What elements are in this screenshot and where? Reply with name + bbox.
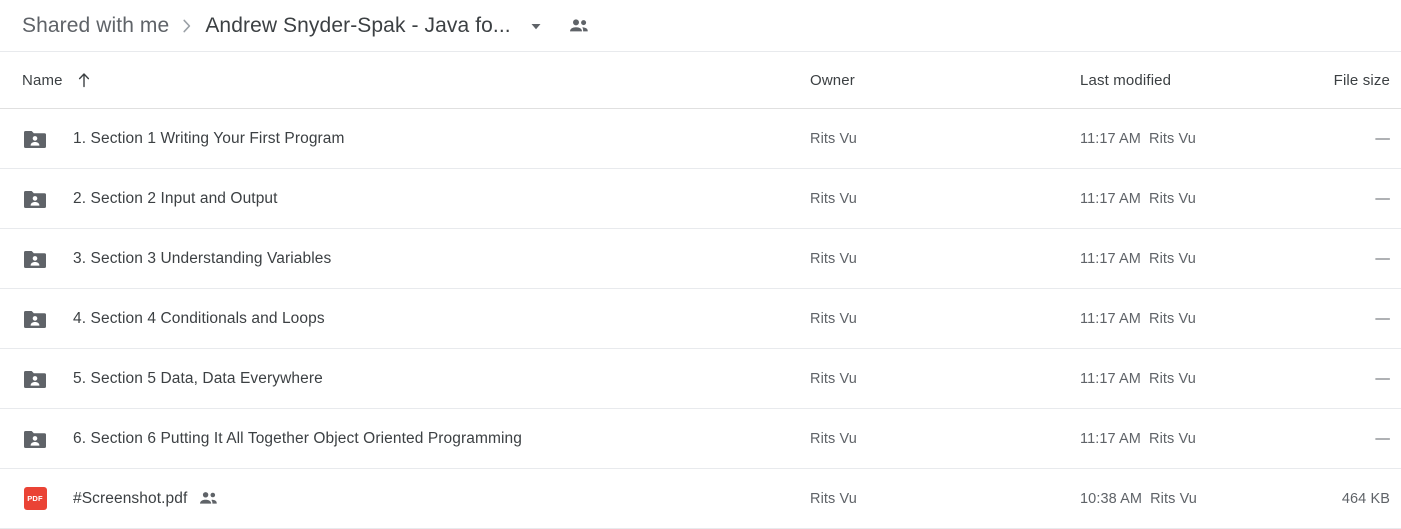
column-header-owner[interactable]: Owner xyxy=(810,52,855,108)
breadcrumb-current-folder[interactable]: Andrew Snyder-Spak - Java fo... xyxy=(205,14,510,38)
row-file-size-label: — xyxy=(1375,130,1390,147)
row-owner-cell: Rits Vu xyxy=(810,109,857,168)
breadcrumb-separator-icon xyxy=(181,19,193,33)
people-icon[interactable] xyxy=(569,18,589,34)
column-header-owner-label: Owner xyxy=(810,71,855,89)
column-header-file-size[interactable]: File size xyxy=(1334,52,1390,108)
row-name-cell[interactable]: 1. Section 1 Writing Your First Program xyxy=(22,109,345,168)
column-header-last-modified[interactable]: Last modified xyxy=(1080,52,1171,108)
breadcrumb: Shared with me Andrew Snyder-Spak - Java… xyxy=(0,0,1401,52)
row-last-modified-cell: 11:17 AM Rits Vu xyxy=(1080,349,1196,408)
table-row[interactable]: 2. Section 2 Input and Output Rits Vu 11:1… xyxy=(0,169,1401,229)
row-owner-label: Rits Vu xyxy=(810,250,857,267)
row-name-cell[interactable]: 4. Section 4 Conditionals and Loops xyxy=(22,289,325,348)
row-file-size-label: 464 KB xyxy=(1341,490,1390,507)
breadcrumb-parent-shared-with-me[interactable]: Shared with me xyxy=(22,14,169,38)
row-owner-label: Rits Vu xyxy=(810,430,857,447)
row-last-modified-cell: 11:17 AM Rits Vu xyxy=(1080,169,1196,228)
shared-folder-icon xyxy=(22,306,48,332)
shared-folder-icon xyxy=(22,246,48,272)
shared-folder-icon xyxy=(22,366,48,392)
shared-folder-icon xyxy=(22,426,48,452)
row-owner-cell: Rits Vu xyxy=(810,289,857,348)
table-row[interactable]: PDF #Screenshot.pdf Rits Vu 10:38 AM Rits Vu… xyxy=(0,469,1401,529)
pdf-file-icon: PDF xyxy=(22,486,48,512)
file-rows: 1. Section 1 Writing Your First Program R… xyxy=(0,109,1401,529)
row-file-size-label: — xyxy=(1375,250,1390,267)
table-row[interactable]: 6. Section 6 Putting It All Together Obj… xyxy=(0,409,1401,469)
row-owner-label: Rits Vu xyxy=(810,130,857,147)
column-header-last-modified-label: Last modified xyxy=(1080,71,1172,89)
row-name-cell[interactable]: 5. Section 5 Data, Data Everywhere xyxy=(22,349,323,408)
table-row[interactable]: 5. Section 5 Data, Data Everywhere Rits V… xyxy=(0,349,1401,409)
row-modified-time: 10:38 AM xyxy=(1080,490,1143,507)
row-name-label: 4. Section 4 Conditionals and Loops xyxy=(73,309,325,327)
row-file-size-cell: 464 KB xyxy=(1342,469,1390,528)
row-name-cell[interactable]: PDF #Screenshot.pdf xyxy=(22,469,219,528)
row-owner-label: Rits Vu xyxy=(810,370,857,387)
row-owner-label: Rits Vu xyxy=(810,490,857,507)
row-modified-by: Rits Vu xyxy=(1150,490,1197,507)
row-modified-time: 11:17 AM xyxy=(1080,310,1141,327)
column-header-name-label: Name xyxy=(22,71,63,89)
row-modified-time: 11:17 AM xyxy=(1080,430,1141,447)
row-modified-by: Rits Vu xyxy=(1149,370,1196,387)
row-modified-time: 11:17 AM xyxy=(1080,190,1141,207)
shared-folder-icon xyxy=(22,126,48,152)
row-file-size-cell: — xyxy=(1375,109,1390,168)
row-last-modified-cell: 10:38 AM Rits Vu xyxy=(1080,469,1197,528)
row-modified-by: Rits Vu xyxy=(1149,310,1196,327)
shared-folder-icon xyxy=(22,186,48,212)
row-owner-label: Rits Vu xyxy=(810,310,857,327)
row-modified-by: Rits Vu xyxy=(1149,250,1196,267)
row-owner-label: Rits Vu xyxy=(810,190,857,207)
row-name-cell[interactable]: 6. Section 6 Putting It All Together Obj… xyxy=(22,409,522,468)
table-row[interactable]: 1. Section 1 Writing Your First Program R… xyxy=(0,109,1401,169)
chevron-down-icon[interactable] xyxy=(529,19,543,33)
shared-people-icon xyxy=(199,491,219,506)
row-modified-time: 11:17 AM xyxy=(1080,370,1141,387)
row-file-size-cell: — xyxy=(1375,229,1390,288)
row-owner-cell: Rits Vu xyxy=(810,349,857,408)
row-owner-cell: Rits Vu xyxy=(810,169,857,228)
row-name-label: 2. Section 2 Input and Output xyxy=(73,189,278,207)
row-owner-cell: Rits Vu xyxy=(810,409,857,468)
row-last-modified-cell: 11:17 AM Rits Vu xyxy=(1080,409,1196,468)
row-last-modified-cell: 11:17 AM Rits Vu xyxy=(1080,229,1196,288)
row-last-modified-cell: 11:17 AM Rits Vu xyxy=(1080,289,1196,348)
row-modified-by: Rits Vu xyxy=(1149,130,1196,147)
row-modified-time: 11:17 AM xyxy=(1080,130,1141,147)
table-row[interactable]: 4. Section 4 Conditionals and Loops Rits … xyxy=(0,289,1401,349)
file-list-table: Name Owner Last modified File size 1. Se… xyxy=(0,52,1401,529)
row-name-cell[interactable]: 2. Section 2 Input and Output xyxy=(22,169,278,228)
row-name-label: 3. Section 3 Understanding Variables xyxy=(73,249,332,267)
row-modified-by: Rits Vu xyxy=(1149,190,1196,207)
table-row[interactable]: 3. Section 3 Understanding Variables Rits… xyxy=(0,229,1401,289)
row-name-label: #Screenshot.pdf xyxy=(73,489,188,507)
row-file-size-label: — xyxy=(1375,190,1390,207)
row-owner-cell: Rits Vu xyxy=(810,229,857,288)
row-last-modified-cell: 11:17 AM Rits Vu xyxy=(1080,109,1196,168)
row-file-size-cell: — xyxy=(1375,409,1390,468)
row-file-size-label: — xyxy=(1375,370,1390,387)
row-file-size-cell: — xyxy=(1375,289,1390,348)
row-modified-by: Rits Vu xyxy=(1149,430,1196,447)
row-owner-cell: Rits Vu xyxy=(810,469,857,528)
row-file-size-cell: — xyxy=(1375,349,1390,408)
row-name-label: 5. Section 5 Data, Data Everywhere xyxy=(73,369,323,387)
arrow-up-icon[interactable] xyxy=(77,72,91,88)
column-header-name[interactable]: Name xyxy=(22,52,91,108)
column-header-file-size-label: File size xyxy=(1333,71,1390,89)
table-header-row: Name Owner Last modified File size xyxy=(0,52,1401,109)
row-modified-time: 11:17 AM xyxy=(1080,250,1141,267)
row-name-cell[interactable]: 3. Section 3 Understanding Variables xyxy=(22,229,331,288)
row-file-size-cell: — xyxy=(1375,169,1390,228)
row-file-size-label: — xyxy=(1375,430,1390,447)
row-file-size-label: — xyxy=(1375,310,1390,327)
row-name-label: 1. Section 1 Writing Your First Program xyxy=(73,129,345,147)
row-name-label: 6. Section 6 Putting It All Together Obj… xyxy=(73,429,522,447)
